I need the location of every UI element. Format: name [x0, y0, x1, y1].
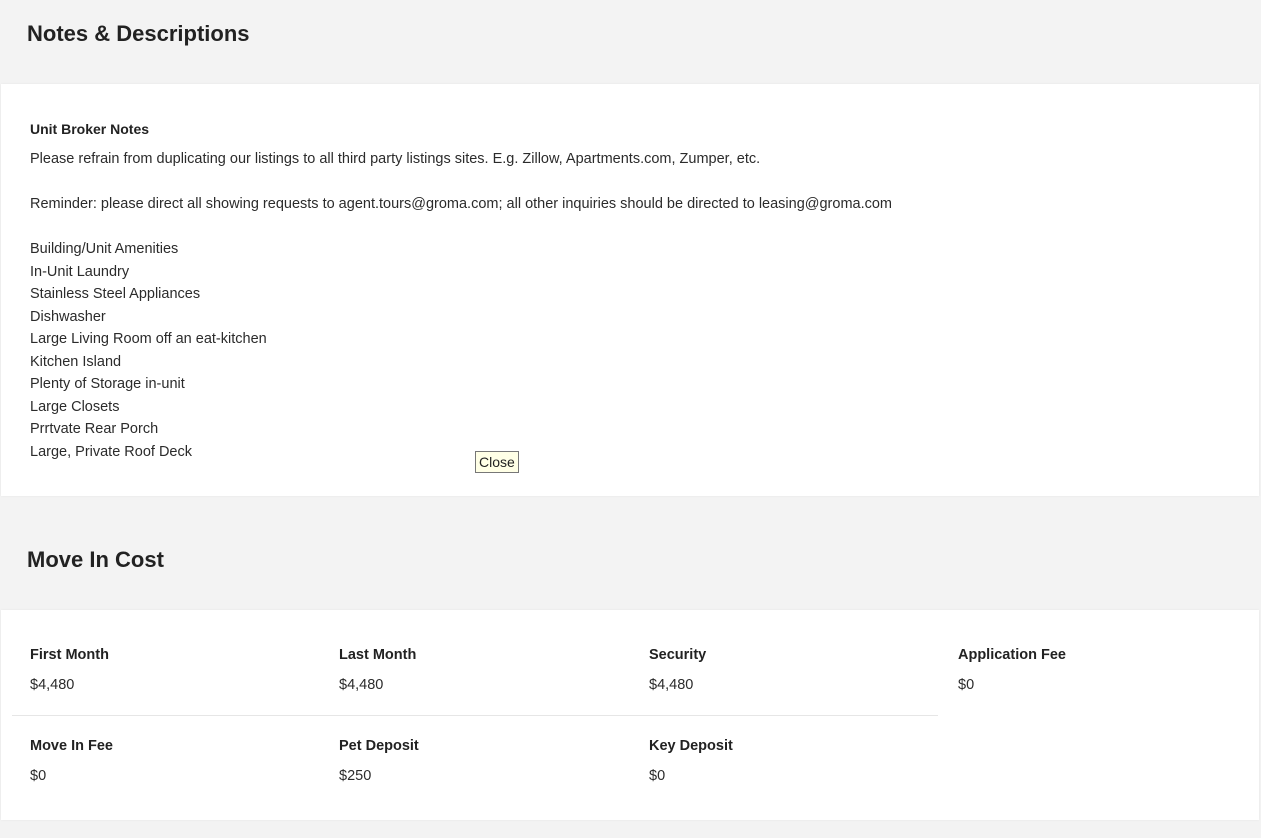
notes-line-gap	[30, 171, 892, 194]
cost-item-application-fee: Application Fee $0	[958, 648, 1238, 692]
cost-row-divider	[12, 715, 938, 716]
cost-label: Move In Fee	[30, 738, 113, 754]
cost-label: Pet Deposit	[339, 738, 419, 754]
cost-item-security: Security $4,480	[649, 648, 929, 692]
notes-line: Building/Unit Amenities	[30, 241, 179, 257]
move-in-cost-panel: First Month $4,480 Last Month $4,480 Sec…	[1, 610, 1259, 820]
notes-line: Prrtvate Rear Porch	[30, 421, 159, 437]
notes-line-gap	[30, 216, 892, 239]
notes-line: Large Living Room off an eat-kitchen	[30, 331, 267, 347]
notes-line: Reminder: please direct all showing requ…	[30, 196, 893, 212]
close-button[interactable]: Close	[475, 451, 519, 473]
cost-value: $4,480	[649, 676, 694, 693]
cost-value: $0	[958, 676, 975, 693]
cost-value: $4,480	[30, 676, 75, 693]
cost-label: Security	[649, 647, 707, 663]
broker-notes-body: Please refrain from duplicating our list…	[30, 148, 892, 463]
notes-section-title: Notes & Descriptions	[27, 21, 250, 46]
cost-item-first-month: First Month $4,480	[30, 648, 310, 692]
cost-item-last-month: Last Month $4,480	[339, 648, 619, 692]
cost-item-key-deposit: Key Deposit $0	[649, 739, 929, 783]
notes-line: Large, Private Roof Deck	[30, 443, 192, 460]
cost-value: $4,480	[339, 676, 384, 693]
notes-line: Dishwasher	[30, 308, 106, 325]
notes-line: Kitchen Island	[30, 353, 122, 370]
notes-panel: Unit Broker Notes Please refrain from du…	[1, 84, 1259, 496]
broker-notes-heading: Unit Broker Notes	[30, 121, 150, 137]
cost-label: Last Month	[339, 647, 417, 663]
cost-item-move-in-fee: Move In Fee $0	[30, 739, 310, 783]
notes-line: Stainless Steel Appliances	[30, 286, 201, 302]
cost-value: $0	[649, 767, 666, 784]
cost-value: $250	[339, 767, 372, 784]
cost-item-pet-deposit: Pet Deposit $250	[339, 739, 619, 783]
cost-value: $0	[30, 767, 47, 784]
notes-line: In-Unit Laundry	[30, 263, 130, 280]
cost-label: Key Deposit	[649, 738, 733, 754]
notes-line: Large Closets	[30, 398, 120, 415]
cost-label: Application Fee	[958, 647, 1066, 663]
notes-line: Plenty of Storage in-unit	[30, 376, 185, 392]
move-in-cost-title: Move In Cost	[27, 547, 164, 572]
notes-line: Please refrain from duplicating our list…	[30, 151, 761, 167]
cost-label: First Month	[30, 647, 109, 663]
